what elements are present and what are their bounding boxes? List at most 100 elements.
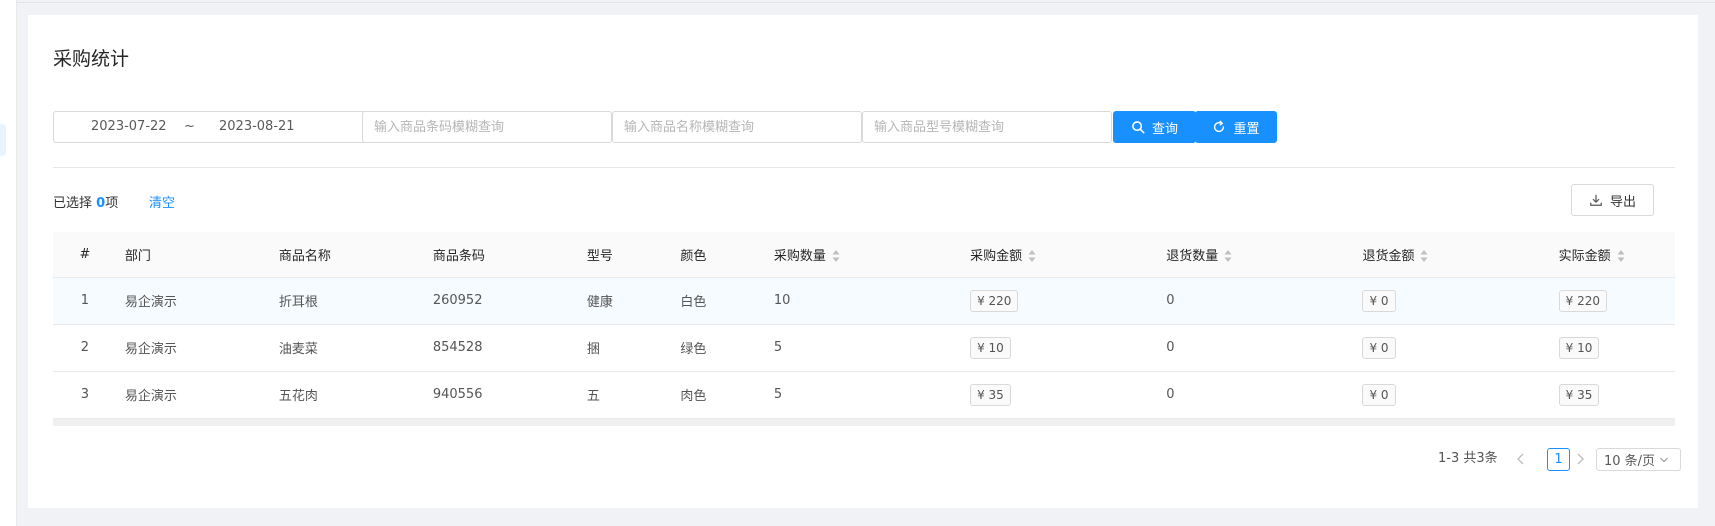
column-header-return-amount[interactable]: 退货金额 xyxy=(1354,232,1551,278)
cell-color: 绿色 xyxy=(672,324,766,372)
column-header-amount[interactable]: 采购金额 xyxy=(962,232,1159,278)
amount-tag: ¥ 220 xyxy=(970,289,1019,312)
cell-qty: 10 xyxy=(765,277,963,325)
column-header-return-amount-label: 退货金额 xyxy=(1362,248,1415,264)
selection-summary: 已选择 0项 xyxy=(53,192,118,211)
column-header-name: 商品名称 xyxy=(270,232,425,278)
column-header-actual-label: 实际金额 xyxy=(1558,248,1611,264)
table-row[interactable]: 2 易企演示 油麦菜 854528 捆 绿色 5 ¥ 10 0 ¥ 0 ¥ 10 xyxy=(53,324,1675,372)
selected-prefix: 已选择 xyxy=(53,196,97,211)
date-start[interactable]: 2023-07-22 xyxy=(91,119,167,134)
cell-return-amount: ¥ 0 xyxy=(1354,277,1551,325)
sort-icon[interactable] xyxy=(1420,249,1428,263)
cell-qty: 5 xyxy=(765,324,963,372)
reload-icon xyxy=(1214,120,1225,133)
cell-return-qty: 0 xyxy=(1158,277,1355,325)
cell-actual: ¥ 10 xyxy=(1550,324,1675,372)
cell-color: 白色 xyxy=(672,277,766,325)
return-amount-tag: ¥ 0 xyxy=(1362,289,1396,312)
cell-amount: ¥ 220 xyxy=(962,277,1159,325)
chevron-left-icon[interactable] xyxy=(1514,451,1528,467)
column-header-dept: 部门 xyxy=(116,232,271,278)
cell-dept: 易企演示 xyxy=(116,371,271,419)
filter-divider xyxy=(53,167,1675,168)
export-button-label: 导出 xyxy=(1609,194,1636,210)
return-amount-tag: ¥ 0 xyxy=(1362,336,1396,359)
column-header-index: # xyxy=(53,232,117,278)
sort-icon[interactable] xyxy=(1224,249,1232,263)
cell-dept: 易企演示 xyxy=(116,277,271,325)
page-number-current[interactable]: 1 xyxy=(1547,448,1570,471)
cell-model: 健康 xyxy=(578,277,673,325)
table-row[interactable]: 3 易企演示 五花肉 940556 五 肉色 5 ¥ 35 0 ¥ 0 ¥ 35 xyxy=(53,371,1675,419)
cell-amount: ¥ 10 xyxy=(962,324,1159,372)
chevron-right-icon[interactable] xyxy=(1573,451,1587,467)
column-header-return-qty[interactable]: 退货数量 xyxy=(1158,232,1355,278)
main-card: 采购统计 2023-07-22 ~ 2023-08-21 查询 重置 已选择 0… xyxy=(28,15,1698,508)
column-header-amount-label: 采购金额 xyxy=(970,248,1023,264)
cell-barcode: 940556 xyxy=(424,371,579,419)
clear-selection-link[interactable]: 清空 xyxy=(149,192,175,211)
cell-index: 2 xyxy=(53,324,117,372)
cell-dept: 易企演示 xyxy=(116,324,271,372)
name-search-input[interactable] xyxy=(612,111,862,143)
cell-model: 捆 xyxy=(578,324,673,372)
reset-button[interactable]: 重置 xyxy=(1195,111,1277,143)
column-header-return-qty-label: 退货数量 xyxy=(1166,248,1219,264)
model-search-input[interactable] xyxy=(862,111,1112,143)
page-size-select[interactable]: 10 条/页 xyxy=(1596,448,1681,471)
cell-return-qty: 0 xyxy=(1158,371,1355,419)
page-size-value: 10 条/页 xyxy=(1604,454,1656,469)
sort-icon[interactable] xyxy=(1617,249,1625,263)
column-header-qty[interactable]: 采购数量 xyxy=(765,232,963,278)
purchase-stats-table: # 部门 商品名称 商品条码 型号 颜色 采购数量 采购金额 退货数量 退货金额… xyxy=(53,232,1675,419)
sort-icon[interactable] xyxy=(832,249,840,263)
actual-amount-tag: ¥ 10 xyxy=(1558,336,1600,359)
export-button[interactable]: 导出 xyxy=(1571,184,1654,216)
date-end[interactable]: 2023-08-21 xyxy=(219,119,295,134)
search-icon xyxy=(1132,121,1145,134)
date-range-picker[interactable]: 2023-07-22 ~ 2023-08-21 xyxy=(53,111,372,143)
cell-color: 肉色 xyxy=(672,371,766,419)
reset-button-label: 重置 xyxy=(1233,121,1260,137)
cell-name: 油麦菜 xyxy=(270,324,425,372)
cell-return-amount: ¥ 0 xyxy=(1354,371,1551,419)
actual-amount-tag: ¥ 220 xyxy=(1558,289,1607,312)
table-row[interactable]: 1 易企演示 折耳根 260952 健康 白色 10 ¥ 220 0 ¥ 0 ¥… xyxy=(53,277,1675,325)
left-sidebar-strip xyxy=(0,0,17,526)
return-amount-tag: ¥ 0 xyxy=(1362,383,1396,406)
selected-suffix: 项 xyxy=(105,196,119,211)
column-header-actual[interactable]: 实际金额 xyxy=(1550,232,1675,278)
page-title: 采购统计 xyxy=(53,48,130,70)
cell-name: 折耳根 xyxy=(270,277,425,325)
column-header-model: 型号 xyxy=(578,232,673,278)
cell-barcode: 260952 xyxy=(424,277,579,325)
table-scrollbar[interactable] xyxy=(53,419,1675,426)
column-header-color: 颜色 xyxy=(672,232,766,278)
cell-index: 1 xyxy=(53,277,117,325)
cell-actual: ¥ 35 xyxy=(1550,371,1675,419)
cell-index: 3 xyxy=(53,371,117,419)
top-border xyxy=(17,2,1715,3)
barcode-search-input[interactable] xyxy=(362,111,612,143)
cell-model: 五 xyxy=(578,371,673,419)
cell-return-amount: ¥ 0 xyxy=(1354,324,1551,372)
selected-count: 0 xyxy=(96,196,106,211)
search-button-label: 查询 xyxy=(1151,121,1178,137)
download-icon xyxy=(1590,194,1602,206)
chevron-down-icon xyxy=(1660,457,1668,462)
cell-actual: ¥ 220 xyxy=(1550,277,1675,325)
sort-icon[interactable] xyxy=(1028,249,1036,263)
table-header-row: # 部门 商品名称 商品条码 型号 颜色 采购数量 采购金额 退货数量 退货金额… xyxy=(53,232,1675,278)
sidebar-tab-indicator[interactable] xyxy=(0,124,6,156)
date-separator: ~ xyxy=(184,119,195,134)
search-button[interactable]: 查询 xyxy=(1113,111,1196,143)
amount-tag: ¥ 35 xyxy=(970,383,1011,406)
cell-qty: 5 xyxy=(765,371,963,419)
column-header-barcode: 商品条码 xyxy=(424,232,579,278)
amount-tag: ¥ 10 xyxy=(970,336,1011,359)
pagination-total: 1-3 共3条 xyxy=(1438,451,1498,466)
cell-barcode: 854528 xyxy=(424,324,579,372)
cell-name: 五花肉 xyxy=(270,371,425,419)
actual-amount-tag: ¥ 35 xyxy=(1558,383,1600,406)
